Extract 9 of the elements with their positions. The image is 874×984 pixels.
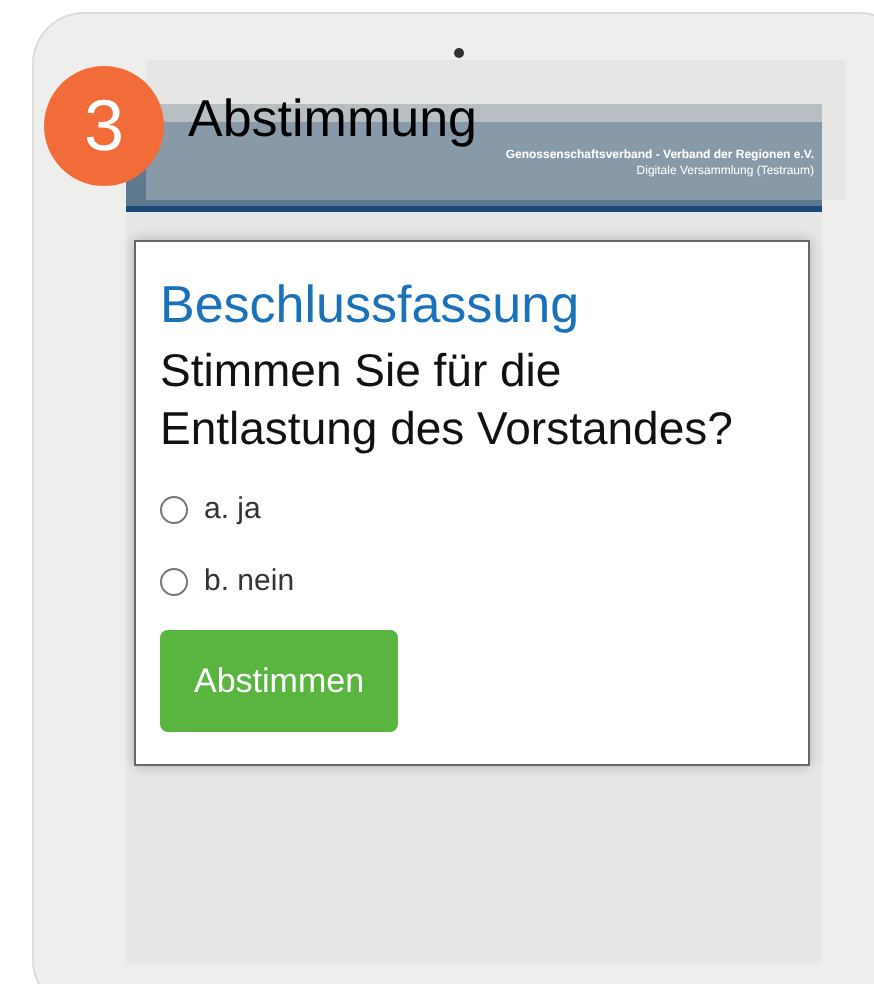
question-text: Stimmen Sie für die Entlastung des Vorstandes? xyxy=(160,342,735,458)
camera-icon xyxy=(454,48,464,58)
card-heading: Beschlussfassung xyxy=(160,272,580,338)
step-title: Abstimmung xyxy=(188,88,477,150)
step-badge: 3 xyxy=(44,66,164,186)
radio-button[interactable] xyxy=(160,567,188,595)
radio-button[interactable] xyxy=(160,495,188,523)
option-label[interactable]: a. ja xyxy=(204,492,261,526)
option-label[interactable]: b. nein xyxy=(204,564,295,598)
